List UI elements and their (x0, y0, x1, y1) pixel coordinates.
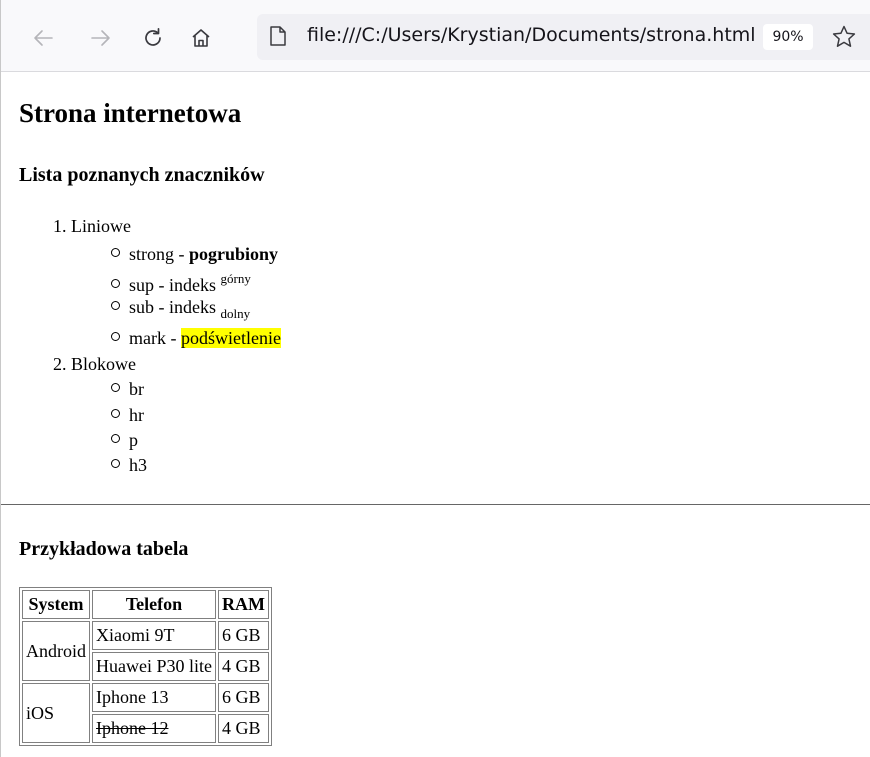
page-icon (270, 26, 286, 46)
highlight-example: podświetlenie (180, 328, 281, 348)
table-row: Android Xiaomi 9T 6 GB (22, 621, 269, 681)
horizontal-rule (1, 504, 870, 505)
list-item-p: p (111, 430, 138, 451)
table-cell-phone: Iphone 13 (92, 683, 216, 712)
list-item-strong: strong - pogrubiony (111, 244, 278, 265)
list-label: Liniowe (71, 216, 131, 236)
forward-button[interactable] (83, 20, 119, 56)
table-heading: Przykładowa tabela (19, 538, 189, 560)
page-title: Strona internetowa (19, 98, 242, 128)
back-arrow-icon (34, 30, 53, 46)
list-number: 2. (53, 354, 67, 374)
page-content: Strona internetowa Lista poznanych znacz… (1, 72, 870, 757)
home-button[interactable] (183, 20, 219, 56)
list-label: Blokowe (71, 354, 136, 374)
list-item-br: br (111, 379, 144, 400)
list-number: 1. (53, 216, 67, 236)
bookmark-star-icon[interactable] (831, 24, 857, 50)
circle-bullet-icon (111, 279, 120, 288)
circle-bullet-icon (111, 459, 120, 468)
circle-bullet-icon (111, 301, 120, 310)
circle-bullet-icon (111, 332, 120, 341)
table-header-row: System Telefon RAM (22, 590, 269, 619)
table-header-cell: Telefon (92, 590, 216, 619)
bold-example: pogrubiony (189, 244, 279, 264)
address-bar[interactable]: file:///C:/Users/Krystian/Documents/stro… (257, 14, 870, 60)
circle-bullet-icon (111, 434, 120, 443)
table-cell-ram: 6 GB (217, 683, 269, 712)
home-icon (192, 29, 210, 47)
zoom-level-badge[interactable]: 90% (763, 24, 813, 50)
list-item-sub: sub - indeks dolny (111, 297, 250, 322)
superscript-example: górny (220, 271, 251, 286)
circle-bullet-icon (111, 248, 120, 257)
list-item-liniowe: 1. Liniowe (53, 216, 131, 237)
forward-arrow-icon (91, 30, 110, 46)
url-text[interactable]: file:///C:/Users/Krystian/Documents/stro… (307, 24, 756, 46)
table-cell-phone: Huawei P30 lite (92, 652, 216, 681)
reload-button[interactable] (135, 20, 171, 56)
table-cell-system: iOS (22, 683, 90, 743)
list-item-sup: sup - indeks górny (111, 271, 251, 296)
table-header-cell: System (22, 590, 90, 619)
table-cell-ram: 6 GB (217, 621, 269, 650)
list-item-mark: mark - podświetlenie (111, 328, 281, 349)
table-cell-ram: 4 GB (217, 652, 269, 681)
list-item-blokowe: 2. Blokowe (53, 354, 136, 375)
reload-icon (145, 27, 161, 46)
table-cell-phone-strikethrough: Iphone 12 (92, 714, 216, 743)
circle-bullet-icon (111, 383, 120, 392)
table-cell-phone: Xiaomi 9T (92, 621, 216, 650)
browser-toolbar: file:///C:/Users/Krystian/Documents/stro… (1, 0, 870, 72)
list-heading: Lista poznanych znaczników (19, 164, 265, 186)
example-table: System Telefon RAM Android Xiaomi 9T 6 G… (19, 587, 272, 746)
circle-bullet-icon (111, 409, 120, 418)
back-button[interactable] (25, 20, 61, 56)
table-row: iOS Iphone 13 6 GB (22, 683, 269, 743)
list-item-h3: h3 (111, 455, 147, 476)
list-item-hr: hr (111, 405, 144, 426)
table-cell-ram: 4 GB (217, 714, 269, 743)
subscript-example: dolny (220, 306, 251, 321)
table-cell-system: Android (22, 621, 90, 681)
table-header-cell: RAM (217, 590, 269, 619)
